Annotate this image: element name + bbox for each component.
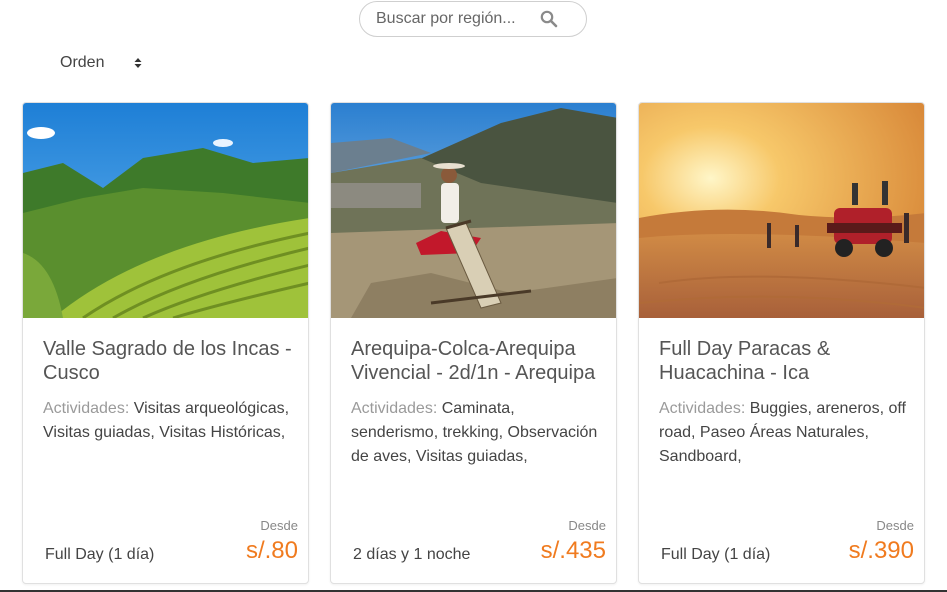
tour-image-sacred-valley[interactable] bbox=[23, 103, 308, 318]
tour-title[interactable]: Valle Sagrado de los Incas - Cusco bbox=[43, 337, 293, 385]
activities-label: Actividades: bbox=[659, 400, 746, 417]
tour-image-paracas-huacachina[interactable] bbox=[639, 103, 924, 318]
sort-select[interactable]: Orden bbox=[60, 52, 144, 74]
price-from-label: Desde bbox=[568, 518, 606, 533]
activities-label: Actividades: bbox=[351, 400, 438, 417]
tour-duration: 2 días y 1 noche bbox=[353, 546, 471, 563]
tour-activities: Actividades: Visitas arqueológicas, Visi… bbox=[43, 397, 293, 445]
tour-activities: Actividades: Caminata, senderismo, trekk… bbox=[351, 397, 601, 469]
activities-label: Actividades: bbox=[43, 400, 130, 417]
tour-image-colca[interactable] bbox=[331, 103, 616, 318]
tour-title[interactable]: Full Day Paracas & Huacachina - Ica bbox=[659, 337, 909, 385]
sort-label: Orden bbox=[60, 54, 105, 71]
tour-card[interactable]: Full Day Paracas & Huacachina - Ica Acti… bbox=[638, 102, 925, 584]
tour-activities: Actividades: Buggies, areneros, off road… bbox=[659, 397, 909, 469]
tour-card[interactable]: Valle Sagrado de los Incas - Cusco Activ… bbox=[22, 102, 309, 584]
search-icon[interactable] bbox=[540, 10, 558, 28]
price-from-label: Desde bbox=[876, 518, 914, 533]
sort-arrows-icon bbox=[134, 56, 144, 70]
search-box[interactable] bbox=[359, 1, 587, 37]
search-input[interactable] bbox=[374, 9, 528, 29]
tour-price: s/.390 bbox=[848, 537, 914, 564]
tour-duration: Full Day (1 día) bbox=[45, 546, 155, 563]
tour-duration: Full Day (1 día) bbox=[661, 546, 771, 563]
tour-price: s/.80 bbox=[245, 537, 298, 564]
tour-price: s/.435 bbox=[540, 537, 606, 564]
price-from-label: Desde bbox=[260, 518, 298, 533]
tour-title[interactable]: Arequipa-Colca-Arequipa Vivencial - 2d/1… bbox=[351, 337, 601, 385]
tour-card[interactable]: Arequipa-Colca-Arequipa Vivencial - 2d/1… bbox=[330, 102, 617, 584]
